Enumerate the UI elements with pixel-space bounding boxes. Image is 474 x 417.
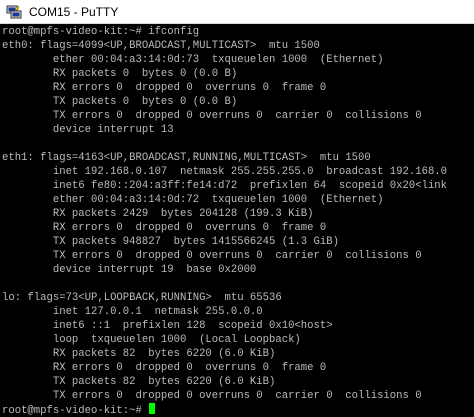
terminal-line: inet 192.168.0.107 netmask 255.255.255.0… [2,166,448,178]
terminal-line: device interrupt 19 base 0x2000 [2,264,257,276]
terminal-line: RX packets 82 bytes 6220 (6.0 KiB) [2,348,276,360]
terminal-line: TX packets 0 bytes 0 (0.0 B) [2,96,238,108]
terminal-line: inet 127.0.0.1 netmask 255.0.0.0 [2,306,263,318]
terminal-line: RX packets 2429 bytes 204128 (199.3 KiB) [2,208,314,220]
terminal-line: TX packets 948827 bytes 1415566245 (1.3 … [2,236,339,248]
putty-icon [6,4,22,18]
terminal-line: eth0: flags=4099<UP,BROADCAST,MULTICAST>… [2,40,320,52]
terminal-line: ether 00:04:a3:14:0d:73 txqueuelen 1000 … [2,54,384,66]
terminal-line: root@mpfs-video-kit:~# ifconfig [2,26,200,38]
terminal-line: TX packets 82 bytes 6220 (6.0 KiB) [2,376,276,388]
terminal-line: ether 00:04:a3:14:0d:72 txqueuelen 1000 … [2,194,384,206]
terminal-line: inet6 fe80::204:a3ff:fe14:d72 prefixlen … [2,180,448,192]
terminal-line: RX errors 0 dropped 0 overruns 0 frame 0 [2,222,327,234]
terminal-line: RX errors 0 dropped 0 overruns 0 frame 0 [2,362,327,374]
window-title: COM15 - PuTTY [29,4,119,19]
terminal-prompt-line[interactable]: root@mpfs-video-kit:~# [2,403,156,417]
terminal-line: loop txqueuelen 1000 (Local Loopback) [2,334,301,346]
terminal-line: RX errors 0 dropped 0 overruns 0 frame 0 [2,82,327,94]
text-cursor [149,403,156,414]
window-titlebar[interactable]: COM15 - PuTTY [0,0,474,24]
terminal-prompt: root@mpfs-video-kit:~# [2,405,149,417]
terminal-line: device interrupt 13 [2,124,174,136]
terminal-line: TX errors 0 dropped 0 overruns 0 carrier… [2,250,422,262]
terminal-line: TX errors 0 dropped 0 overruns 0 carrier… [2,390,422,402]
terminal-line: eth1: flags=4163<UP,BROADCAST,RUNNING,MU… [2,152,371,164]
terminal-line: TX errors 0 dropped 0 overruns 0 carrier… [2,110,422,122]
terminal-line: lo: flags=73<UP,LOOPBACK,RUNNING> mtu 65… [2,292,282,304]
terminal-line: inet6 ::1 prefixlen 128 scopeid 0x10<hos… [2,320,333,332]
terminal-line: RX packets 0 bytes 0 (0.0 B) [2,68,238,80]
terminal-area[interactable]: root@mpfs-video-kit:~# ifconfig eth0: fl… [0,24,474,417]
